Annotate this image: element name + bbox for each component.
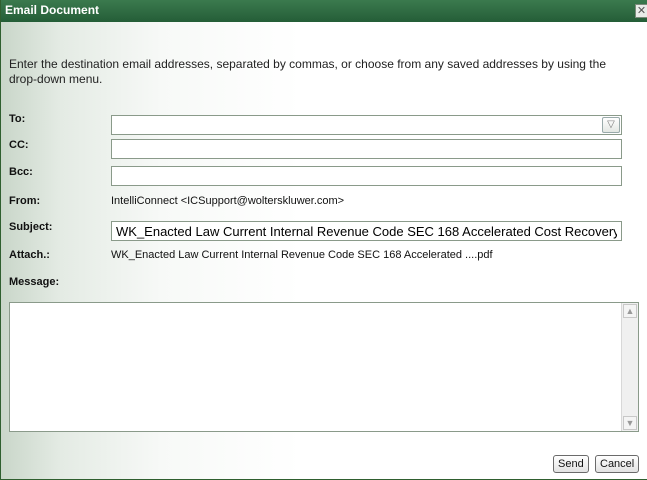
- cc-label: CC:: [9, 139, 29, 151]
- to-input[interactable]: [111, 115, 622, 135]
- instructions-text: Enter the destination email addresses, s…: [9, 57, 606, 86]
- arrow-up-icon[interactable]: ▲: [623, 304, 637, 318]
- attach-label: Attach.:: [9, 249, 50, 261]
- subject-input[interactable]: [111, 221, 622, 241]
- message-textarea[interactable]: [10, 303, 621, 431]
- from-value: IntelliConnect <ICSupport@wolterskluwer.…: [111, 195, 345, 207]
- close-icon[interactable]: ✕: [635, 4, 647, 18]
- bcc-label: Bcc:: [9, 166, 33, 178]
- subject-label: Subject:: [9, 221, 53, 233]
- send-button[interactable]: Send: [553, 455, 589, 473]
- email-document-dialog: Email Document ✕ Enter the destination e…: [0, 0, 647, 480]
- from-label: From:: [9, 195, 41, 207]
- title-bar[interactable]: Email Document ✕: [1, 0, 647, 22]
- message-label: Message:: [9, 276, 60, 288]
- message-scrollbar[interactable]: ▲ ▼: [621, 303, 638, 431]
- cancel-button[interactable]: Cancel: [595, 455, 640, 473]
- message-box: ▲ ▼: [9, 302, 639, 432]
- dialog-title: Email Document: [5, 3, 100, 17]
- chevron-down-icon[interactable]: ▽: [602, 117, 620, 133]
- to-label: To:: [9, 113, 26, 125]
- cc-input[interactable]: [111, 139, 622, 159]
- attachment-filename: WK_Enacted Law Current Internal Revenue …: [111, 249, 493, 261]
- bcc-input[interactable]: [111, 166, 622, 186]
- arrow-down-icon[interactable]: ▼: [623, 416, 637, 430]
